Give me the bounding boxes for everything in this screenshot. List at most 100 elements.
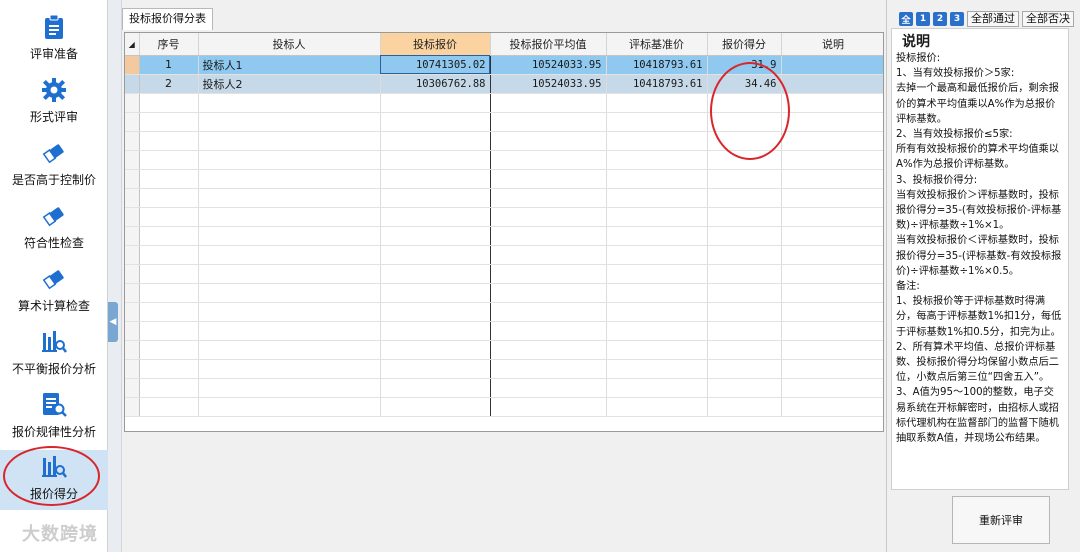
empty-cell[interactable] [707,378,782,398]
empty-cell[interactable] [490,340,607,360]
empty-cell[interactable] [379,131,491,151]
empty-cell[interactable] [490,397,607,417]
empty-cell[interactable] [139,245,199,265]
cell-score[interactable]: 31.9 [707,55,782,75]
score-grid[interactable]: ◢ 序号 投标人 投标报价 投标报价平均值 评标基准价 报价得分 说明 1 投标… [124,32,884,432]
empty-cell[interactable] [606,359,708,379]
empty-cell[interactable] [198,131,381,151]
empty-cell[interactable] [606,378,708,398]
empty-cell[interactable] [379,93,491,113]
empty-cell[interactable] [379,378,491,398]
empty-cell[interactable] [707,169,782,189]
empty-cell[interactable] [198,207,381,227]
row-indicator[interactable] [125,169,140,189]
column-header[interactable]: 评标基准价 [606,33,708,56]
empty-cell[interactable] [198,150,381,170]
empty-cell[interactable] [198,359,381,379]
empty-cell[interactable] [490,169,607,189]
empty-cell[interactable] [198,321,381,341]
cell-note[interactable] [781,74,883,94]
cell-seq[interactable]: 2 [139,74,199,94]
empty-cell[interactable] [781,207,883,227]
empty-cell[interactable] [198,302,381,322]
empty-cell[interactable] [781,378,883,398]
sidebar-item-quote-score[interactable]: 报价得分 [0,450,108,510]
empty-cell[interactable] [490,321,607,341]
sidebar-item-compliance-check[interactable]: 符合性检查 [0,199,108,261]
table-row[interactable]: 2 投标人2 10306762.88 10524033.95 10418793.… [125,74,883,94]
cell-bidder[interactable]: 投标人2 [198,74,381,94]
empty-cell[interactable] [606,93,708,113]
row-indicator[interactable] [125,74,140,94]
cell-seq[interactable]: 1 [139,55,199,75]
empty-cell[interactable] [379,283,491,303]
empty-cell[interactable] [198,93,381,113]
empty-cell[interactable] [606,245,708,265]
cell-bid[interactable]: 10741305.02 [379,55,491,75]
empty-cell[interactable] [781,283,883,303]
empty-cell[interactable] [707,131,782,151]
empty-cell[interactable] [139,150,199,170]
empty-cell[interactable] [707,359,782,379]
empty-cell[interactable] [781,245,883,265]
row-indicator[interactable] [125,188,140,208]
empty-row[interactable] [125,245,883,265]
column-header[interactable]: 报价得分 [707,33,782,56]
empty-cell[interactable] [379,169,491,189]
empty-row[interactable] [125,188,883,208]
row-indicator[interactable] [125,397,140,417]
empty-cell[interactable] [139,340,199,360]
empty-cell[interactable] [606,321,708,341]
empty-cell[interactable] [606,150,708,170]
tab-quote-score-table[interactable]: 投标报价得分表 [122,8,213,30]
empty-cell[interactable] [606,112,708,132]
empty-cell[interactable] [490,207,607,227]
empty-cell[interactable] [198,340,381,360]
empty-cell[interactable] [139,264,199,284]
empty-cell[interactable] [707,188,782,208]
empty-row[interactable] [125,359,883,379]
empty-cell[interactable] [490,131,607,151]
empty-cell[interactable] [606,131,708,151]
empty-cell[interactable] [379,340,491,360]
reject-all-button[interactable]: 全部否决 [1022,11,1074,27]
empty-cell[interactable] [606,264,708,284]
empty-cell[interactable] [379,397,491,417]
sidebar-item-arithmetic-check[interactable]: 算术计算检查 [0,262,108,324]
empty-cell[interactable] [781,340,883,360]
sidebar-item-formal-review[interactable]: 形式评审 [0,73,108,135]
empty-cell[interactable] [379,112,491,132]
empty-cell[interactable] [781,131,883,151]
row-indicator[interactable] [125,283,140,303]
empty-cell[interactable] [198,264,381,284]
row-indicator[interactable] [125,207,140,227]
empty-cell[interactable] [198,378,381,398]
cell-bid[interactable]: 10306762.88 [379,74,491,94]
row-indicator[interactable] [125,359,140,379]
empty-cell[interactable] [139,302,199,322]
empty-cell[interactable] [490,93,607,113]
row-indicator[interactable] [125,150,140,170]
row-indicator[interactable] [125,264,140,284]
cell-avg[interactable]: 10524033.95 [490,74,607,94]
empty-cell[interactable] [198,226,381,246]
empty-cell[interactable] [781,112,883,132]
empty-cell[interactable] [139,112,199,132]
empty-cell[interactable] [379,245,491,265]
empty-cell[interactable] [707,302,782,322]
empty-cell[interactable] [490,302,607,322]
empty-cell[interactable] [490,226,607,246]
empty-cell[interactable] [379,188,491,208]
empty-cell[interactable] [379,302,491,322]
empty-cell[interactable] [379,359,491,379]
empty-cell[interactable] [139,283,199,303]
empty-cell[interactable] [707,226,782,246]
empty-cell[interactable] [379,207,491,227]
empty-row[interactable] [125,112,883,132]
step-2-button[interactable]: 2 [933,12,947,26]
empty-cell[interactable] [490,112,607,132]
empty-cell[interactable] [139,188,199,208]
row-indicator[interactable] [125,226,140,246]
empty-cell[interactable] [707,150,782,170]
empty-cell[interactable] [490,150,607,170]
